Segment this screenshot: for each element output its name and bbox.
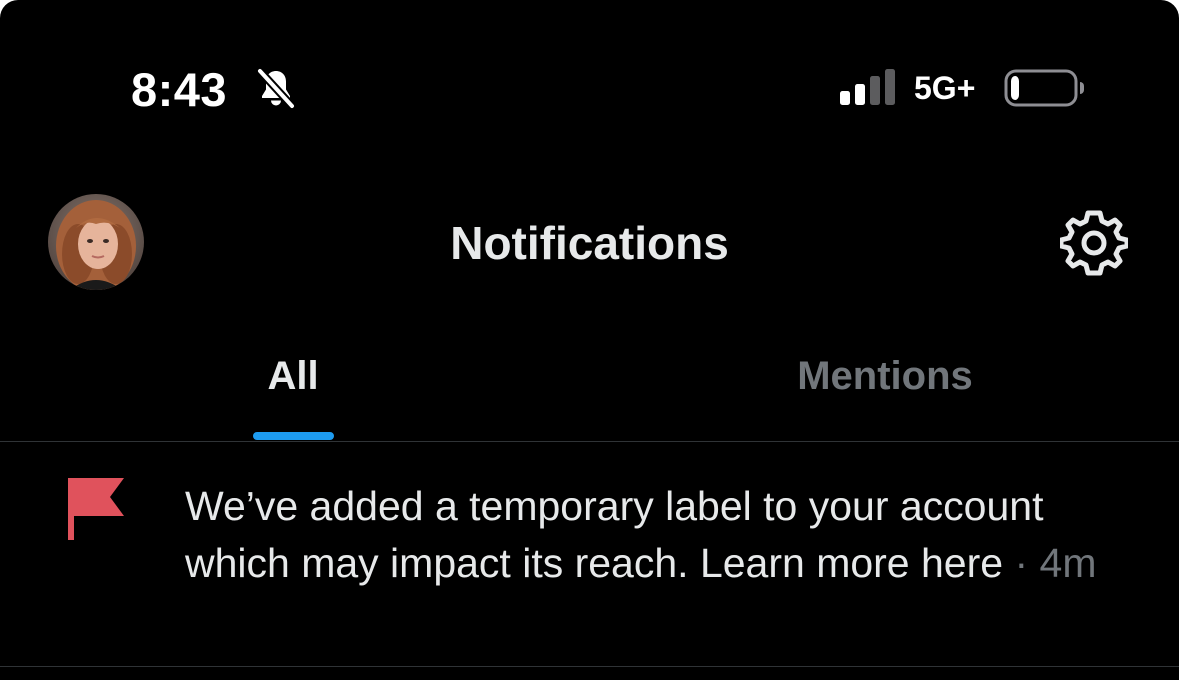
battery-icon [1004, 69, 1084, 107]
signal-bar [855, 84, 865, 105]
notification-message: We’ve added a temporary label to your ac… [185, 483, 1044, 586]
network-type: 5G+ [914, 70, 976, 106]
page-title: Notifications [450, 217, 729, 269]
signal-bar [840, 91, 850, 105]
gear-icon[interactable] [1060, 209, 1128, 277]
bell-slash-icon [256, 67, 296, 110]
flag-icon [68, 478, 124, 540]
battery-level-fill [1011, 76, 1019, 100]
notification-item[interactable]: We’ve added a temporary label to your ac… [185, 478, 1145, 592]
tab-all[interactable]: All [193, 352, 393, 400]
signal-bar [870, 76, 880, 105]
notifications-screen: 8:43 5G+ Notifications All Mentions We’v… [0, 0, 1179, 680]
notification-separator: · [1014, 540, 1029, 586]
notification-timestamp: 4m [1039, 540, 1097, 586]
cellular-signal-icon [840, 69, 895, 105]
notification-divider [0, 666, 1179, 667]
tabs-divider [0, 441, 1179, 442]
status-time: 8:43 [131, 63, 228, 116]
tab-selected-indicator [253, 432, 334, 440]
tab-mentions[interactable]: Mentions [735, 352, 1035, 400]
signal-bar [885, 69, 895, 105]
